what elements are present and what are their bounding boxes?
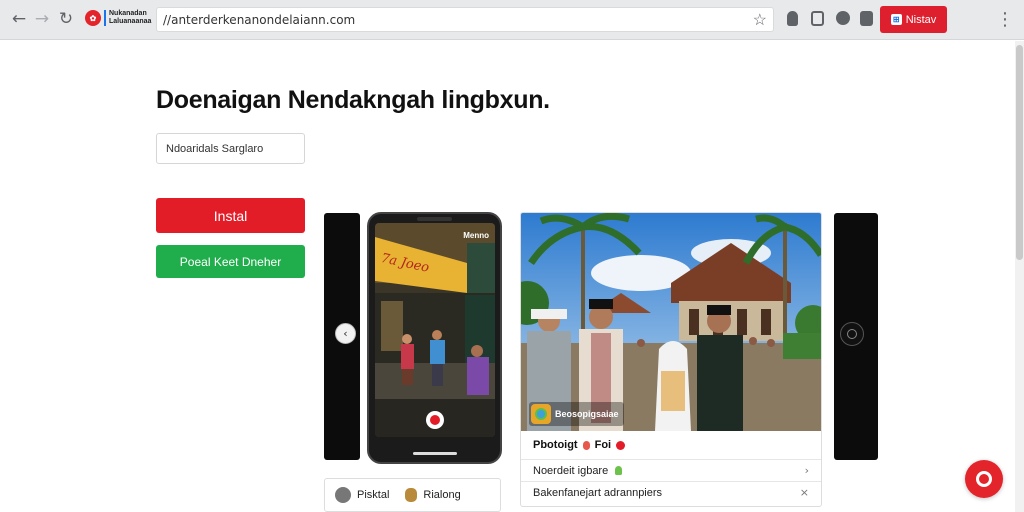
close-x-icon: × bbox=[799, 486, 809, 499]
menu-kebab-icon[interactable]: ⋮ bbox=[996, 9, 1014, 30]
flame-icon bbox=[582, 440, 590, 450]
app-logo-icon bbox=[531, 404, 551, 424]
card-row-2[interactable]: Bakenfanejart adrannpiers × bbox=[521, 481, 821, 503]
chevron-right-icon: › bbox=[804, 464, 809, 477]
bookmark-star-icon[interactable]: ☆ bbox=[753, 10, 767, 30]
avatar bbox=[335, 487, 351, 503]
browser-install-label: Nistav bbox=[905, 13, 937, 26]
chat-icon bbox=[976, 471, 992, 487]
card-row-1[interactable]: Noerdeit igbare › bbox=[521, 459, 821, 481]
phone-mockup: 7a Joeo Menno bbox=[367, 212, 502, 464]
phone-home-indicator bbox=[413, 452, 457, 455]
app-badge-label: Beosopigsaiae bbox=[555, 409, 619, 419]
featured-card[interactable]: Beosopigsaiae Pbotoigt Foi Noerdeit igba… bbox=[520, 212, 822, 507]
street-scene-image: 7a Joeo bbox=[375, 223, 495, 437]
extension-icon[interactable] bbox=[787, 11, 798, 26]
puzzle-icon[interactable] bbox=[860, 11, 873, 26]
carousel-next-icon[interactable] bbox=[840, 322, 864, 346]
heart-icon bbox=[616, 440, 626, 450]
card-row-2-label: Bakenfanejart adrannpiers bbox=[533, 486, 663, 499]
browser-install-button[interactable]: ⊞ Nistav bbox=[880, 6, 947, 33]
url-text[interactable]: //anterderkenanondelaiann.com bbox=[163, 13, 355, 27]
install-app-icon: ⊞ bbox=[890, 14, 902, 25]
reload-icon[interactable]: ↻ bbox=[55, 8, 77, 30]
name-input[interactable] bbox=[156, 133, 305, 164]
back-arrow-icon[interactable]: ← bbox=[8, 8, 30, 30]
phone-notch bbox=[417, 217, 452, 221]
card-row-1-label: Noerdeit igbare bbox=[533, 464, 609, 477]
phone-screenshot: 7a Joeo Menno bbox=[375, 223, 495, 437]
bulb-icon bbox=[615, 466, 623, 475]
card-title-text: Pbotoigt bbox=[533, 439, 578, 451]
install-button[interactable]: Instal bbox=[156, 198, 305, 233]
profile-icon[interactable] bbox=[836, 11, 850, 25]
phone-screen-label: Menno bbox=[463, 231, 489, 240]
secondary-action-button[interactable]: Poeal Keet Dneher bbox=[156, 245, 305, 278]
chat-fab-button[interactable] bbox=[965, 460, 1003, 498]
village-photo-image bbox=[521, 213, 821, 431]
page-headline: Doenaigan Nendakngah lingbxun. bbox=[156, 86, 550, 114]
record-button-icon bbox=[426, 411, 444, 429]
app-badge[interactable]: Beosopigsaiae bbox=[529, 402, 624, 426]
card-title-suffix: Foi bbox=[594, 439, 612, 451]
scrollbar-thumb[interactable] bbox=[1016, 45, 1023, 260]
page-scrollbar[interactable] bbox=[1015, 41, 1024, 512]
browser-toolbar: ← → ↻ ✿ Nukanadan Laluanaanaa //anterder… bbox=[0, 0, 1024, 40]
address-bar[interactable]: //anterderkenanondelaiann.com ☆ bbox=[156, 7, 774, 32]
mini-card[interactable]: Pisktal Rialong bbox=[324, 478, 501, 512]
tab-title[interactable]: Nukanadan Laluanaanaa bbox=[104, 10, 152, 26]
figure-icon bbox=[405, 488, 418, 502]
mini-card-left-label: Pisktal bbox=[357, 489, 390, 501]
forward-arrow-icon[interactable]: → bbox=[31, 8, 53, 30]
tab-search-icon[interactable] bbox=[811, 11, 824, 26]
carousel-prev-icon[interactable]: ‹ bbox=[335, 323, 356, 344]
mini-card-right-label: Rialong bbox=[423, 489, 461, 501]
site-favicon-icon: ✿ bbox=[85, 10, 101, 26]
card-title: Pbotoigt Foi bbox=[533, 439, 626, 451]
